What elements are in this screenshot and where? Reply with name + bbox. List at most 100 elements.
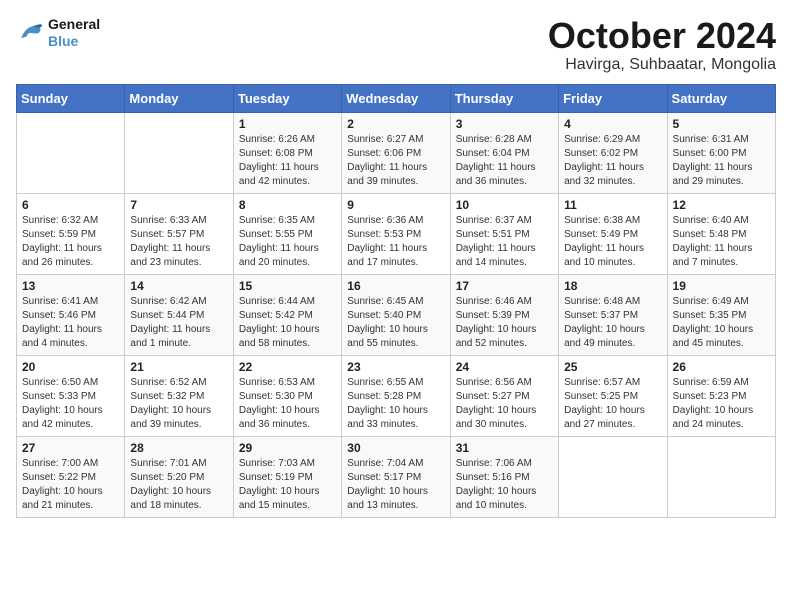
day-detail: Sunrise: 6:53 AMSunset: 5:30 PMDaylight:… [239,376,336,432]
calendar-cell: 23 Sunrise: 6:55 AMSunset: 5:28 PMDayligh… [342,355,450,436]
calendar-week-row: 13 Sunrise: 6:41 AMSunset: 5:46 PMDayligh… [17,274,776,355]
calendar-cell: 1Sunrise: 6:26 AMSunset: 6:08 PMDaylight… [233,112,341,193]
calendar-cell: 13 Sunrise: 6:41 AMSunset: 5:46 PMDayligh… [17,274,125,355]
day-detail: Sunrise: 6:36 AMSunset: 5:53 PMDaylight:… [347,214,444,270]
calendar-cell: 19 Sunrise: 6:49 AMSunset: 5:35 PMDayligh… [667,274,775,355]
day-detail: Sunrise: 6:35 AMSunset: 5:55 PMDaylight:… [239,214,336,270]
day-detail: Sunrise: 6:42 AMSunset: 5:44 PMDaylight:… [130,295,227,351]
day-number: 8 [239,198,336,212]
day-detail: Sunrise: 6:52 AMSunset: 5:32 PMDaylight:… [130,376,227,432]
calendar-cell [125,112,233,193]
calendar-cell: 21 Sunrise: 6:52 AMSunset: 5:32 PMDayligh… [125,355,233,436]
day-number: 13 [22,279,119,293]
day-detail: Sunrise: 6:45 AMSunset: 5:40 PMDaylight:… [347,295,444,351]
title-block: October 2024 Havirga, Suhbaatar, Mongoli… [548,16,776,74]
day-detail: Sunrise: 6:46 AMSunset: 5:39 PMDaylight:… [456,295,553,351]
calendar-cell: 4 Sunrise: 6:29 AMSunset: 6:02 PMDaylight… [559,112,667,193]
calendar-cell: 7 Sunrise: 6:33 AMSunset: 5:57 PMDaylight… [125,193,233,274]
day-of-week-header: Wednesday [342,84,450,112]
calendar-cell: 17 Sunrise: 6:46 AMSunset: 5:39 PMDayligh… [450,274,558,355]
calendar-week-row: 20Sunrise: 6:50 AMSunset: 5:33 PMDayligh… [17,355,776,436]
day-detail: Sunrise: 6:28 AMSunset: 6:04 PMDaylight:… [456,133,553,189]
calendar-cell: 2 Sunrise: 6:27 AMSunset: 6:06 PMDaylight… [342,112,450,193]
day-of-week-header: Saturday [667,84,775,112]
day-detail: Sunrise: 6:29 AMSunset: 6:02 PMDaylight:… [564,133,661,189]
calendar-cell: 6 Sunrise: 6:32 AMSunset: 5:59 PMDaylight… [17,193,125,274]
calendar-cell: 25 Sunrise: 6:57 AMSunset: 5:25 PMDayligh… [559,355,667,436]
day-number: 6 [22,198,119,212]
day-detail: Sunrise: 6:57 AMSunset: 5:25 PMDaylight:… [564,376,661,432]
calendar-cell: 22 Sunrise: 6:53 AMSunset: 5:30 PMDayligh… [233,355,341,436]
day-number: 31 [456,441,553,455]
day-detail: Sunrise: 6:40 AMSunset: 5:48 PMDaylight:… [673,214,770,270]
day-detail: Sunrise: 6:55 AMSunset: 5:28 PMDaylight:… [347,376,444,432]
logo: General Blue [16,16,100,50]
day-number: 19 [673,279,770,293]
calendar-cell [17,112,125,193]
logo-blue: Blue [48,33,78,49]
calendar-cell: 24 Sunrise: 6:56 AMSunset: 5:27 PMDayligh… [450,355,558,436]
calendar-week-row: 1Sunrise: 6:26 AMSunset: 6:08 PMDaylight… [17,112,776,193]
day-number: 14 [130,279,227,293]
calendar-cell: 16Sunrise: 6:45 AMSunset: 5:40 PMDayligh… [342,274,450,355]
day-detail: Sunrise: 6:41 AMSunset: 5:46 PMDaylight:… [22,295,119,351]
calendar-week-row: 27Sunrise: 7:00 AMSunset: 5:22 PMDayligh… [17,436,776,517]
day-detail: Sunrise: 6:59 AMSunset: 5:23 PMDaylight:… [673,376,770,432]
calendar-cell: 3Sunrise: 6:28 AMSunset: 6:04 PMDaylight… [450,112,558,193]
calendar-cell [667,436,775,517]
day-number: 12 [673,198,770,212]
day-detail: Sunrise: 6:33 AMSunset: 5:57 PMDaylight:… [130,214,227,270]
day-number: 18 [564,279,661,293]
day-detail: Sunrise: 6:31 AMSunset: 6:00 PMDaylight:… [673,133,770,189]
calendar-cell: 15Sunrise: 6:44 AMSunset: 5:42 PMDayligh… [233,274,341,355]
calendar-cell: 11 Sunrise: 6:38 AMSunset: 5:49 PMDayligh… [559,193,667,274]
day-number: 29 [239,441,336,455]
day-of-week-header: Monday [125,84,233,112]
day-detail: Sunrise: 6:38 AMSunset: 5:49 PMDaylight:… [564,214,661,270]
day-number: 25 [564,360,661,374]
calendar-cell: 27Sunrise: 7:00 AMSunset: 5:22 PMDayligh… [17,436,125,517]
calendar-cell: 20Sunrise: 6:50 AMSunset: 5:33 PMDayligh… [17,355,125,436]
day-number: 28 [130,441,227,455]
day-number: 24 [456,360,553,374]
day-number: 2 [347,117,444,131]
day-detail: Sunrise: 6:32 AMSunset: 5:59 PMDaylight:… [22,214,119,270]
day-detail: Sunrise: 6:49 AMSunset: 5:35 PMDaylight:… [673,295,770,351]
day-number: 4 [564,117,661,131]
calendar-cell [559,436,667,517]
day-of-week-header: Tuesday [233,84,341,112]
day-number: 5 [673,117,770,131]
calendar-cell: 14 Sunrise: 6:42 AMSunset: 5:44 PMDayligh… [125,274,233,355]
calendar-cell: 29 Sunrise: 7:03 AMSunset: 5:19 PMDayligh… [233,436,341,517]
calendar-cell: 9Sunrise: 6:36 AMSunset: 5:53 PMDaylight… [342,193,450,274]
day-detail: Sunrise: 6:56 AMSunset: 5:27 PMDaylight:… [456,376,553,432]
calendar-subtitle: Havirga, Suhbaatar, Mongolia [548,56,776,74]
day-detail: Sunrise: 7:06 AMSunset: 5:16 PMDaylight:… [456,457,553,513]
calendar-cell: 26Sunrise: 6:59 AMSunset: 5:23 PMDayligh… [667,355,775,436]
calendar-cell: 12 Sunrise: 6:40 AMSunset: 5:48 PMDayligh… [667,193,775,274]
day-detail: Sunrise: 7:00 AMSunset: 5:22 PMDaylight:… [22,457,119,513]
calendar-cell: 5 Sunrise: 6:31 AMSunset: 6:00 PMDaylight… [667,112,775,193]
day-detail: Sunrise: 6:44 AMSunset: 5:42 PMDaylight:… [239,295,336,351]
day-number: 7 [130,198,227,212]
day-detail: Sunrise: 7:03 AMSunset: 5:19 PMDaylight:… [239,457,336,513]
day-number: 10 [456,198,553,212]
day-detail: Sunrise: 6:27 AMSunset: 6:06 PMDaylight:… [347,133,444,189]
day-number: 23 [347,360,444,374]
day-number: 20 [22,360,119,374]
calendar-table: SundayMondayTuesdayWednesdayThursdayFrid… [16,84,776,518]
day-number: 17 [456,279,553,293]
day-of-week-header: Sunday [17,84,125,112]
calendar-cell: 18Sunrise: 6:48 AMSunset: 5:37 PMDayligh… [559,274,667,355]
day-detail: Sunrise: 7:04 AMSunset: 5:17 PMDaylight:… [347,457,444,513]
day-of-week-header: Friday [559,84,667,112]
day-detail: Sunrise: 7:01 AMSunset: 5:20 PMDaylight:… [130,457,227,513]
calendar-cell: 8 Sunrise: 6:35 AMSunset: 5:55 PMDaylight… [233,193,341,274]
logo-general: General [48,16,100,32]
day-number: 22 [239,360,336,374]
day-number: 21 [130,360,227,374]
day-number: 1 [239,117,336,131]
calendar-week-row: 6 Sunrise: 6:32 AMSunset: 5:59 PMDaylight… [17,193,776,274]
day-of-week-header: Thursday [450,84,558,112]
day-number: 11 [564,198,661,212]
